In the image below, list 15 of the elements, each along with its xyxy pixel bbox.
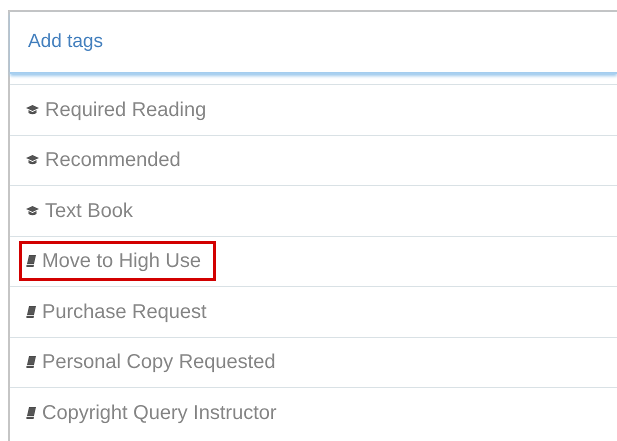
- graduation-cap-icon: [26, 104, 39, 115]
- tag-option[interactable]: Required Reading: [26, 90, 218, 130]
- tag-option[interactable]: Recommended: [26, 140, 193, 180]
- book-icon: [26, 406, 36, 419]
- tag-input-field[interactable]: Add tags: [10, 12, 617, 72]
- tag-option[interactable]: Personal Copy Requested: [26, 342, 288, 382]
- graduation-cap-icon: [26, 155, 39, 166]
- graduation-cap-icon: [26, 206, 39, 216]
- tag-option[interactable]: Text Book: [26, 190, 145, 231]
- book-icon: [26, 356, 36, 368]
- tag-option[interactable]: Move to High Use: [19, 241, 216, 282]
- tag-option[interactable]: Purchase Request: [26, 292, 219, 332]
- tag-option[interactable]: Copyright Query Instructor: [26, 392, 289, 433]
- book-icon: [26, 255, 36, 268]
- book-icon: [26, 306, 36, 318]
